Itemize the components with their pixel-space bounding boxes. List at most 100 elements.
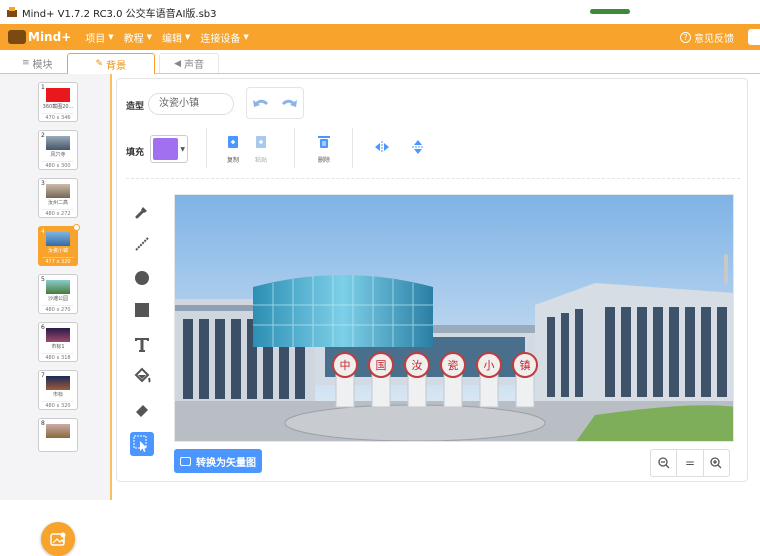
brush-tool[interactable] (130, 200, 154, 224)
delete-icon[interactable] (73, 224, 80, 231)
backdrop-photo: 中 国 汝 瓷 小 镇 (175, 195, 733, 441)
backdrop-number: 5 (41, 276, 45, 283)
sign-char: 中 (340, 359, 351, 372)
undo-icon[interactable] (251, 95, 271, 111)
redo-icon[interactable] (279, 95, 299, 111)
circle-tool[interactable] (130, 266, 154, 290)
sign-char: 国 (376, 359, 387, 372)
backdrop-size: 480 x 318 (42, 353, 74, 362)
shape-label: 造型 (126, 102, 145, 112)
copy-button[interactable]: 复制 (219, 135, 247, 164)
menu-project-label: 项目 (85, 33, 106, 45)
delete-label: 删除 (317, 157, 330, 164)
flip-horizontal-button[interactable] (368, 141, 396, 156)
backdrop-thumbnail (46, 184, 70, 198)
convert-to-vector-label: 转换为矢量图 (196, 457, 256, 469)
fill-tool[interactable] (130, 364, 154, 388)
backdrop-thumbnail (46, 328, 70, 342)
tab-sounds[interactable]: ◀ 声音 (159, 53, 220, 73)
line-tool[interactable] (130, 232, 154, 256)
sign-char: 小 (484, 359, 495, 372)
add-image-icon (50, 532, 66, 546)
paste-label: 粘贴 (254, 157, 267, 164)
menu-connect-device[interactable]: 连接设备 ▼ (200, 30, 248, 45)
shape-name-input[interactable]: 汝瓷小镇 (148, 93, 234, 115)
backdrop-item[interactable]: 2 风穴寺 480 x 300 (38, 130, 78, 170)
backdrop-size: 480 x 272 (42, 209, 74, 218)
backdrop-number: 1 (41, 84, 45, 91)
backdrop-item[interactable]: 6 市标1 480 x 318 (38, 322, 78, 362)
chevron-down-icon: ▼ (243, 33, 249, 41)
menu-connect-label: 连接设备 (200, 33, 241, 45)
paint-bucket-icon (134, 367, 151, 383)
copy-label: 复制 (226, 157, 239, 164)
copy-icon (228, 136, 238, 148)
eraser-icon (136, 405, 148, 417)
menu-tutorial[interactable]: 教程 ▼ (124, 30, 152, 45)
backdrop-size: 470 x 346 (42, 113, 74, 122)
backdrop-number: 4 (41, 228, 45, 235)
add-backdrop-button[interactable] (41, 522, 75, 556)
backdrop-name: 360截图20... (42, 104, 74, 110)
backdrop-size: 480 x 320 (42, 401, 74, 410)
backdrop-item[interactable]: 5 沙滩公园 480 x 270 (38, 274, 78, 314)
mind-plus-logo: Mind+ (8, 30, 71, 44)
backdrop-list: 1 360截图20... 470 x 346 2 风穴寺 480 x 300 3… (0, 74, 112, 556)
backdrop-item[interactable]: 3 汝州二高 480 x 272 (38, 178, 78, 218)
zoom-in-button[interactable] (704, 450, 729, 476)
tab-blocks-label: 模块 (32, 59, 53, 71)
sign-char: 汝 (412, 358, 423, 372)
divider (352, 128, 353, 168)
question-icon: ? (680, 31, 691, 43)
menu-project[interactable]: 项目 ▼ (85, 30, 113, 45)
convert-to-vector-button[interactable]: 转换为矢量图 (174, 449, 262, 473)
tab-backdrops[interactable]: ✎ 背景 (66, 53, 156, 74)
zoom-reset-button[interactable]: = (677, 450, 704, 476)
backdrop-thumbnail (46, 424, 70, 438)
backdrop-thumbnail (46, 376, 70, 390)
text-tool[interactable] (130, 332, 154, 356)
backdrop-item[interactable]: 8 (38, 418, 78, 452)
title-bar: Mind+ V1.7.2 RC3.0 公交车语音AI版.sb3 (0, 0, 760, 24)
backdrop-item[interactable]: 1 360截图20... 470 x 346 (38, 82, 78, 122)
menu-tutorial-label: 教程 (123, 33, 144, 45)
backdrop-thumbnail (46, 88, 70, 102)
backdrop-name: 市标 (52, 392, 63, 398)
backdrop-item[interactable]: 7 市标 480 x 320 (38, 370, 78, 410)
backdrop-number: 3 (41, 180, 45, 187)
flip-vertical-button[interactable] (404, 139, 432, 158)
canvas-scrollbar[interactable] (724, 254, 728, 284)
backdrop-name: 风穴寺 (50, 152, 66, 158)
brush-icon (135, 207, 147, 219)
zoom-out-button[interactable] (651, 450, 678, 476)
fill-color-picker[interactable]: ▼ (150, 135, 188, 163)
backdrop-number: 2 (41, 132, 45, 139)
undo-redo-group (246, 87, 304, 119)
rectangle-tool[interactable] (130, 298, 154, 322)
menu-edit[interactable]: 编辑 ▼ (162, 30, 190, 45)
feedback-link[interactable]: ? 意见反馈 (680, 30, 734, 45)
progress-fill (590, 9, 630, 14)
backdrop-thumbnail (46, 280, 70, 294)
editor-tabs: ≡ 模块 ✎ 背景 ◀ 声音 (0, 50, 760, 74)
corner-button[interactable] (748, 29, 760, 45)
delete-button[interactable]: 删除 (310, 135, 338, 164)
select-cursor-icon (133, 435, 147, 452)
backdrop-item-selected[interactable]: 4 汝瓷小镇 477 x 320 (38, 224, 80, 266)
tab-blocks[interactable]: ≡ 模块 (8, 53, 67, 73)
menu-edit-label: 编辑 (162, 33, 183, 45)
eraser-tool[interactable] (130, 398, 154, 422)
menu-bar: Mind+ 项目 ▼ 教程 ▼ 编辑 ▼ 连接设备 ▼ ? 意见反馈 (0, 24, 760, 50)
backdrop-number: 8 (41, 420, 45, 427)
flip-horizontal-icon (375, 141, 389, 153)
backdrop-number: 6 (41, 324, 45, 331)
zoom-in-icon (710, 457, 722, 469)
fill-color-swatch (153, 138, 179, 160)
paste-button[interactable]: 粘贴 (247, 135, 275, 164)
title-progress-bar (590, 9, 630, 14)
select-tool[interactable] (130, 432, 154, 456)
backdrop-thumbnail (46, 232, 70, 246)
paste-icon (256, 136, 266, 148)
drawing-canvas[interactable]: 中 国 汝 瓷 小 镇 (174, 194, 734, 442)
brush-icon: ✎ (95, 59, 104, 69)
